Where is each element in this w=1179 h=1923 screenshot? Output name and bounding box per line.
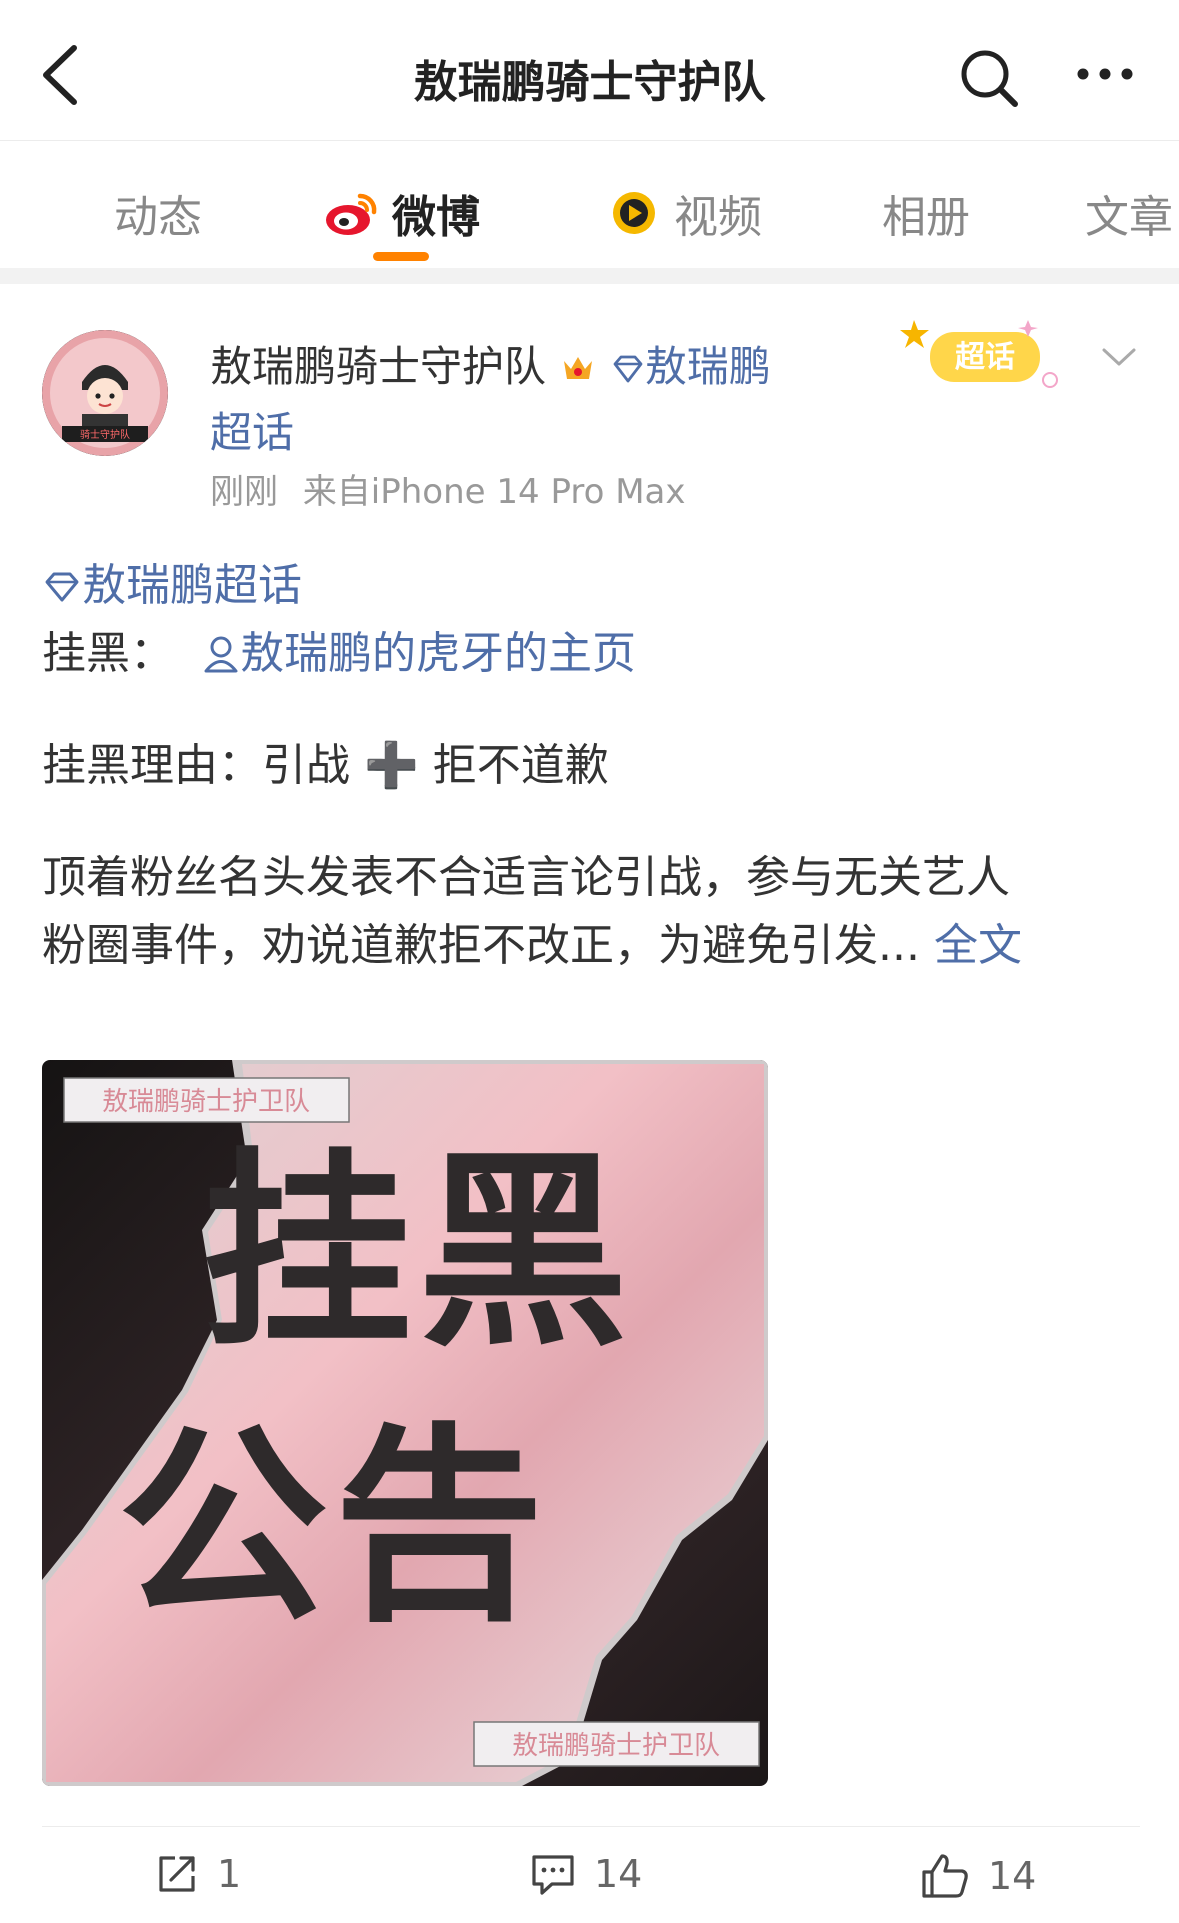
crown-vip-icon [564, 357, 593, 379]
post-time: 刚刚 [210, 472, 278, 512]
svg-text:敖瑞鹏骑士护卫队: 敖瑞鹏骑士护卫队 [512, 1731, 720, 1761]
post-source: 来自iPhone 14 Pro Max [302, 472, 686, 512]
tab-label: 文章 [1085, 192, 1173, 243]
mentioned-user-link[interactable]: 敖瑞鹏的虎牙的主页 [240, 628, 636, 679]
section-divider [0, 268, 1179, 284]
comment-count: 14 [594, 1852, 643, 1896]
svg-text:骑士守护队: 骑士守护队 [80, 428, 130, 441]
weibo-logo-icon [326, 193, 377, 235]
comment-button[interactable]: 14 [530, 1852, 642, 1896]
blacklist-reason: 挂黑理由：引战 ➕ 拒不道歉 [42, 740, 609, 791]
author-name[interactable]: 敖瑞鹏骑士守护队 [210, 342, 546, 391]
post-image[interactable]: 敖瑞鹏骑士护卫队 挂黑 公告 敖瑞鹏骑士护卫队 [42, 1060, 768, 1786]
repost-count: 1 [217, 1852, 242, 1896]
action-divider [42, 1826, 1140, 1827]
tab-label: 相册 [882, 192, 970, 243]
tab-label: 微博 [392, 192, 480, 243]
blacklist-prefix: 挂黑： [42, 628, 174, 679]
comment-icon [532, 1855, 574, 1895]
tab-articles[interactable]: 文章 [1085, 181, 1173, 245]
video-play-icon [613, 192, 655, 234]
super-topic-badge[interactable]: 超话 [900, 310, 1065, 400]
super-topic-diamond-icon [613, 355, 643, 383]
user-icon [204, 636, 238, 673]
tab-label: 视频 [674, 192, 762, 243]
post-meta: 刚刚 来自iPhone 14 Pro Max [210, 464, 686, 513]
svg-text:挂黑: 挂黑 [202, 1130, 634, 1375]
full-text-link[interactable]: 全文 [934, 920, 1022, 971]
svg-text:敖瑞鹏骑士护卫队: 敖瑞鹏骑士护卫队 [102, 1087, 310, 1117]
thumbs-up-icon [922, 1854, 968, 1898]
like-button[interactable]: 14 [920, 1852, 1036, 1900]
blacklist-target-line: 挂黑： 敖瑞鹏的虎牙的主页 [42, 620, 1142, 688]
super-topic-diamond-icon [45, 572, 79, 602]
tab-video[interactable]: 视频 [604, 181, 762, 245]
post-body-line-1: 顶着粉丝名头发表不合适言论引战，参与无关艺人 [42, 852, 1010, 903]
like-count: 14 [988, 1854, 1037, 1898]
avatar[interactable]: 骑士守护队 [42, 330, 168, 456]
topic-tag-line: 敖瑞鹏超话 [42, 552, 1142, 620]
top-bar: 敖瑞鹏骑士守护队 [0, 0, 1179, 140]
repost-button[interactable]: 1 [155, 1852, 241, 1896]
repost-icon [159, 1856, 195, 1892]
search-icon[interactable] [955, 44, 1025, 114]
tab-album[interactable]: 相册 [882, 181, 970, 245]
tab-weibo[interactable]: 微博 [322, 181, 480, 245]
svg-text:超话: 超话 [955, 340, 1015, 375]
more-options-icon[interactable] [1070, 44, 1140, 104]
active-tab-indicator [373, 252, 429, 261]
post-content: 敖瑞鹏超话 挂黑： 敖瑞鹏的虎牙的主页 挂黑理由：引战 ➕ 拒不道歉 顶着粉丝名… [42, 552, 1142, 980]
tab-dynamics[interactable]: 动态 [114, 181, 202, 245]
author-block: 敖瑞鹏骑士守护队 敖瑞鹏超话 [210, 334, 790, 466]
profile-tabs: 动态 微博 视频 相册 文章 [0, 140, 1179, 269]
topic-tag-link[interactable]: 敖瑞鹏超话 [82, 560, 302, 611]
tab-label: 动态 [114, 192, 202, 243]
chevron-down-icon[interactable] [1098, 342, 1140, 372]
svg-text:公告: 公告 [118, 1405, 550, 1650]
post-body-line-2: 粉圈事件，劝说道歉拒不改正，为避免引发... 全文 [42, 912, 1142, 980]
post-body-line-2-text: 粉圈事件，劝说道歉拒不改正，为避免引发... [42, 920, 920, 971]
